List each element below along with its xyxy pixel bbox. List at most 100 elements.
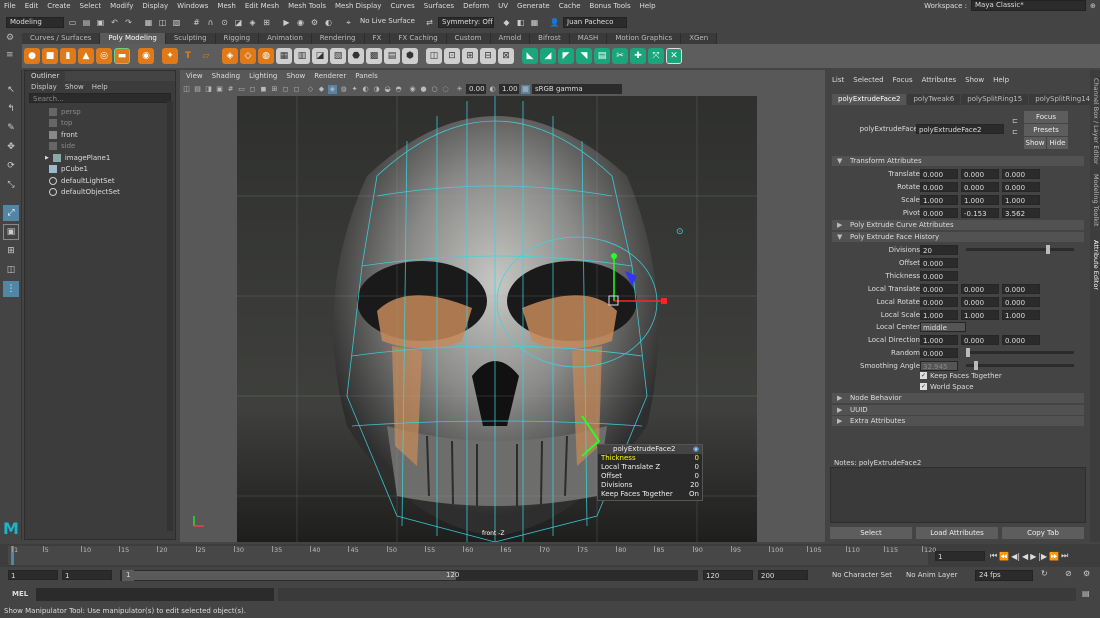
shelf-tab-curves-surfaces[interactable]: Curves / Surfaces (22, 33, 101, 44)
playback-start-field[interactable]: 1 (62, 570, 112, 580)
shelf-tab-mash[interactable]: MASH (569, 33, 608, 44)
outliner-item-side[interactable]: side (25, 141, 175, 153)
shelf-tab-fx-caching[interactable]: FX Caching (390, 33, 447, 44)
menu-help[interactable]: Help (640, 2, 656, 10)
node-goto-input-icon[interactable]: ⊏ (1012, 117, 1018, 125)
anim-layer-dropdown[interactable]: No Anim Layer (906, 571, 957, 579)
workspace-dropdown[interactable]: Maya Classic* (971, 0, 1086, 11)
viewport-menu-view[interactable]: View (186, 72, 203, 83)
menu-edit-mesh[interactable]: Edit Mesh (245, 2, 279, 10)
hypershade-icon[interactable]: ◐ (323, 17, 334, 28)
lights-icon[interactable]: ✦ (350, 85, 359, 94)
snap-view-icon[interactable]: ◪ (233, 17, 244, 28)
pivot-y[interactable]: -0.153 (961, 208, 999, 218)
menu-uv[interactable]: UV (498, 2, 508, 10)
menu-file[interactable]: File (4, 2, 16, 10)
auto-key-icon[interactable]: ⊘ (1065, 569, 1072, 578)
cut-uv-icon[interactable]: ✂ (612, 48, 628, 64)
layout-uv-icon[interactable]: ✕ (666, 48, 682, 64)
paint-select-icon[interactable]: ✎ (3, 120, 19, 136)
camera-attributes-icon[interactable]: ▤ (193, 85, 202, 94)
translate-z[interactable]: 0.000 (1002, 169, 1040, 179)
attr-tab-splitring15[interactable]: polySplitRing15 (961, 94, 1029, 105)
shelf-tab-xgen[interactable]: XGen (681, 33, 718, 44)
time-slider[interactable]: 1 5 10 15 20 25 30 35 40 45 50 55 60 65 70 75 80 85 90 95 10… (0, 544, 1100, 567)
offset-field[interactable]: 0.000 (920, 258, 958, 268)
shelf-tab-poly-modeling[interactable]: Poly Modeling (100, 33, 166, 44)
smoothing-angle-field[interactable]: 32.945 (920, 361, 958, 371)
section-uuid[interactable]: UUID (832, 405, 1084, 415)
outliner-item-front[interactable]: front (25, 129, 175, 141)
local-translate-z[interactable]: 0.000 (1002, 284, 1040, 294)
mirror-icon[interactable]: ▥ (294, 48, 310, 64)
motion-blur-icon[interactable]: ◒ (383, 85, 392, 94)
step-forward-key-icon[interactable]: ⏩ (1049, 552, 1059, 561)
snap-curve-icon[interactable]: ∩ (205, 17, 216, 28)
textured-icon[interactable]: ◍ (339, 85, 348, 94)
local-rotate-y[interactable]: 0.000 (961, 297, 999, 307)
undo-icon[interactable]: ↶ (109, 17, 120, 28)
scale-x[interactable]: 1.000 (920, 195, 958, 205)
menu-mesh[interactable]: Mesh (217, 2, 235, 10)
manip-pivot-icon[interactable]: ⊙ (676, 228, 685, 237)
local-scale-x[interactable]: 1.000 (920, 310, 958, 320)
section-history[interactable]: Poly Extrude Face History (832, 232, 1084, 242)
translate-y[interactable]: 0.000 (961, 169, 999, 179)
menu-display[interactable]: Display (142, 2, 168, 10)
connect-icon[interactable]: ⊞ (462, 48, 478, 64)
sew-uv-icon[interactable]: ✚ (630, 48, 646, 64)
live-surface-field[interactable]: No Live Surface (357, 17, 421, 28)
viewport-menu-show[interactable]: Show (286, 72, 305, 83)
gamma-field[interactable]: 1.00 (499, 84, 519, 94)
poly-cylinder-icon[interactable]: ▮ (60, 48, 76, 64)
user-dropdown[interactable]: Juan Pacheco (563, 17, 627, 28)
current-frame-field[interactable]: 1 (935, 551, 985, 561)
viewport-panel[interactable]: View Shading Lighting Show Renderer Pane… (180, 70, 825, 542)
workspace-lock-icon[interactable]: ⊕ (1090, 2, 1100, 10)
outliner-item-lightset[interactable]: defaultLightSet (25, 175, 175, 187)
lasso-tool-icon[interactable]: ↰ (3, 101, 19, 117)
select-button[interactable]: Select (830, 527, 912, 539)
combine-icon[interactable]: ◈ (222, 48, 238, 64)
insert-edge-loop-icon[interactable]: ⊟ (480, 48, 496, 64)
command-input[interactable] (36, 588, 274, 601)
slider-handle[interactable] (974, 361, 978, 370)
scale-y[interactable]: 1.000 (961, 195, 999, 205)
local-direction-x[interactable]: 1.000 (920, 335, 958, 345)
section-extra[interactable]: Extra Attributes (832, 416, 1084, 426)
viewport-menu-renderer[interactable]: Renderer (314, 72, 346, 83)
smooth-shade-icon[interactable]: ◆ (317, 85, 326, 94)
unfold-uv-icon[interactable]: ⤧ (648, 48, 664, 64)
section-transform[interactable]: Transform Attributes (832, 156, 1084, 166)
side-tab-modeling-toolkit[interactable]: Modeling Toolkit (1090, 174, 1100, 226)
play-forward-icon[interactable]: ▶ (1030, 552, 1036, 561)
pivot-z[interactable]: 3.562 (1002, 208, 1040, 218)
local-rotate-x[interactable]: 0.000 (920, 297, 958, 307)
local-direction-y[interactable]: 0.000 (961, 335, 999, 345)
save-scene-icon[interactable]: ▣ (95, 17, 106, 28)
field-chart-icon[interactable]: ⊞ (270, 85, 279, 94)
select-camera-icon[interactable]: ◫ (182, 85, 191, 94)
menu-select[interactable]: Select (80, 2, 102, 10)
color-management-icon[interactable]: ▦ (521, 84, 530, 94)
range-slider-bar-fill[interactable] (134, 571, 456, 580)
expand-icon[interactable]: ▶ (45, 155, 49, 161)
shelf-tab-fx[interactable]: FX (364, 33, 391, 44)
manipulator-tool-icon[interactable]: ⤢ (3, 205, 19, 221)
side-tab-channel-box[interactable]: Channel Box / Layer Editor (1090, 78, 1100, 165)
keep-faces-checkbox[interactable]: ✓ (920, 372, 927, 379)
poly-disc-icon[interactable]: ◉ (138, 48, 154, 64)
world-space-checkbox[interactable]: ✓ (920, 383, 927, 390)
film-gate-icon[interactable]: ▭ (237, 85, 246, 94)
rotate-tool-icon[interactable]: ⟳ (3, 158, 19, 174)
divisions-slider[interactable] (966, 245, 1074, 254)
render-icon[interactable]: ▶ (281, 17, 292, 28)
reflect-icon[interactable]: ▦ (529, 17, 540, 28)
range-slider-end[interactable]: 120 (446, 570, 459, 581)
planar-uv-icon[interactable]: ◣ (522, 48, 538, 64)
snap-surface-icon[interactable]: ◈ (247, 17, 258, 28)
step-back-key-icon[interactable]: ⏪ (999, 552, 1009, 561)
two-view-icon[interactable]: ◫ (3, 262, 19, 278)
shelf-tab-arnold[interactable]: Arnold (490, 33, 531, 44)
type-tool-icon[interactable]: T (180, 48, 196, 64)
